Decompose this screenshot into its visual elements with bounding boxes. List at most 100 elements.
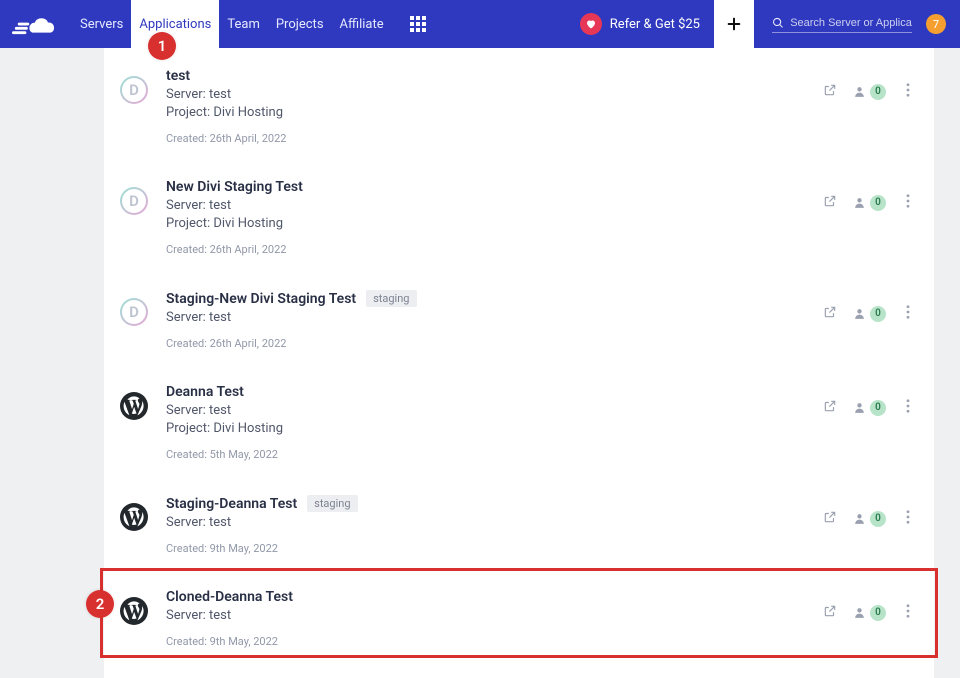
open-link-icon[interactable] — [823, 603, 837, 622]
application-row: Staging-Deanna Test staging Server: test Cr… — [104, 475, 934, 569]
more-menu[interactable] — [902, 507, 914, 530]
application-created: Created: 26th April, 2022 — [166, 243, 823, 256]
person-icon — [853, 85, 866, 98]
nav-affiliate[interactable]: Affiliate — [332, 0, 392, 48]
team-access[interactable]: 0 — [853, 195, 886, 211]
application-actions: 0 — [823, 302, 914, 325]
team-count-badge: 0 — [870, 605, 886, 621]
application-created: Created: 9th May, 2022 — [166, 635, 823, 648]
team-count-badge: 0 — [870, 195, 886, 211]
more-menu[interactable] — [902, 191, 914, 214]
team-access[interactable]: 0 — [853, 84, 886, 100]
team-access[interactable]: 0 — [853, 400, 886, 416]
refer-label: Refer & Get $25 — [610, 17, 700, 32]
application-created: Created: 9th May, 2022 — [166, 542, 823, 555]
nav-projects[interactable]: Projects — [268, 0, 332, 48]
more-vertical-icon — [906, 510, 910, 524]
application-title[interactable]: New Divi Staging Test — [166, 179, 303, 195]
nav-team[interactable]: Team — [219, 0, 268, 48]
notification-badge[interactable]: 7 — [926, 14, 946, 34]
application-row: Deanna Test Server: test Project: Divi Hos… — [104, 364, 934, 475]
nav-applications[interactable]: Applications — [131, 0, 219, 48]
application-actions: 0 — [823, 80, 914, 103]
divi-icon: D — [120, 187, 148, 215]
team-count-badge: 0 — [870, 511, 886, 527]
step-callout-2: 2 — [86, 590, 114, 618]
more-menu[interactable] — [902, 302, 914, 325]
wordpress-icon — [120, 392, 148, 420]
cloud-logo-icon — [12, 12, 58, 36]
team-count-badge: 0 — [870, 400, 886, 416]
application-server: Server: test — [166, 515, 823, 530]
application-project: Project: Divi Hosting — [166, 421, 823, 436]
application-title[interactable]: test — [166, 68, 190, 84]
application-server: Server: test — [166, 608, 823, 623]
application-server: Server: test — [166, 198, 823, 213]
team-count-badge: 0 — [870, 306, 886, 322]
application-server: Server: test — [166, 87, 823, 102]
refer-link[interactable]: Refer & Get $25 — [580, 13, 714, 35]
application-title[interactable]: Staging-New Divi Staging Test — [166, 291, 356, 307]
application-row: D New Divi Staging Test Server: test Projec… — [104, 159, 934, 270]
more-vertical-icon — [906, 83, 910, 97]
open-link-icon[interactable] — [823, 193, 837, 212]
wordpress-icon — [120, 503, 148, 531]
wordpress-icon — [120, 597, 148, 625]
application-body: test Server: test Project: Divi Hosting Cre… — [166, 68, 823, 145]
person-icon — [853, 512, 866, 525]
application-project: Project: Divi Hosting — [166, 105, 823, 120]
more-menu[interactable] — [902, 80, 914, 103]
team-access[interactable]: 0 — [853, 605, 886, 621]
team-access[interactable]: 0 — [853, 306, 886, 322]
application-body: Staging-Deanna Test staging Server: test Cr… — [166, 495, 823, 555]
application-title[interactable]: Cloned-Deanna Test — [166, 589, 293, 605]
brand-logo[interactable] — [12, 10, 58, 38]
add-button[interactable] — [714, 0, 754, 48]
staging-tag: staging — [307, 495, 357, 512]
application-actions: 0 — [823, 191, 914, 214]
application-title[interactable]: Staging-Deanna Test — [166, 496, 297, 512]
application-title[interactable]: Deanna Test — [166, 384, 244, 400]
divi-icon: D — [120, 298, 148, 326]
open-link-icon[interactable] — [823, 304, 837, 323]
nav-links: Servers Applications Team Projects Affil… — [72, 0, 392, 48]
staging-tag: staging — [366, 290, 416, 307]
search-icon — [772, 16, 784, 30]
application-project: Project: Divi Hosting — [166, 216, 823, 231]
team-access[interactable]: 0 — [853, 511, 886, 527]
person-icon — [853, 307, 866, 320]
open-link-icon[interactable] — [823, 398, 837, 417]
team-count-badge: 0 — [870, 84, 886, 100]
open-link-icon[interactable] — [823, 82, 837, 101]
person-icon — [853, 401, 866, 414]
application-server: Server: test — [166, 310, 823, 325]
nav-servers[interactable]: Servers — [72, 0, 131, 48]
apps-grid-icon[interactable] — [410, 16, 426, 32]
search-input[interactable] — [790, 17, 912, 29]
plus-icon — [726, 16, 742, 32]
application-actions: 0 — [823, 601, 914, 624]
application-body: New Divi Staging Test Server: test Project… — [166, 179, 823, 256]
application-actions: 0 — [823, 396, 914, 419]
step-callout-1: 1 — [148, 32, 176, 60]
more-menu[interactable] — [902, 601, 914, 624]
more-menu[interactable] — [902, 396, 914, 419]
more-vertical-icon — [906, 194, 910, 208]
top-nav: Servers Applications Team Projects Affil… — [0, 0, 960, 48]
application-server: Server: test — [166, 403, 823, 418]
application-body: Staging-New Divi Staging Test staging Serv… — [166, 290, 823, 350]
divi-icon: D — [120, 76, 148, 104]
more-vertical-icon — [906, 399, 910, 413]
more-vertical-icon — [906, 604, 910, 618]
person-icon — [853, 606, 866, 619]
applications-panel: Dtest Server: test Project: Divi Hosting Cr… — [104, 48, 934, 678]
open-link-icon[interactable] — [823, 509, 837, 528]
application-created: Created: 26th April, 2022 — [166, 132, 823, 145]
application-created: Created: 5th May, 2022 — [166, 448, 823, 461]
application-created: Created: 26th April, 2022 — [166, 337, 823, 350]
more-vertical-icon — [906, 305, 910, 319]
application-actions: 0 — [823, 507, 914, 530]
search-field[interactable] — [772, 16, 912, 33]
heart-icon — [580, 13, 602, 35]
application-body: Deanna Test Server: test Project: Divi Hos… — [166, 384, 823, 461]
